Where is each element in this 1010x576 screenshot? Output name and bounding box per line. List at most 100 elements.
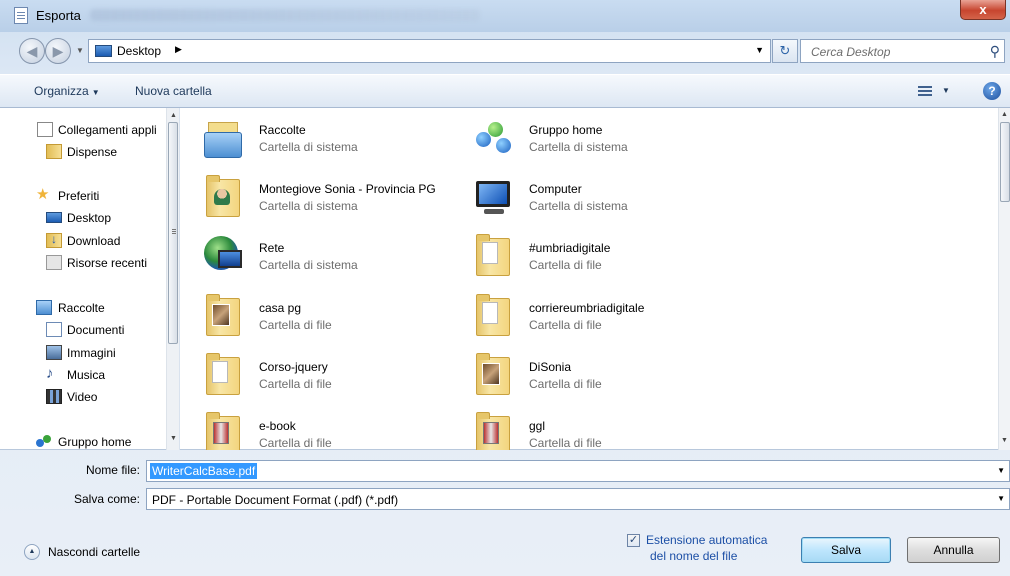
sidebar-scrollbar[interactable]: ▲ ▼ xyxy=(166,108,179,450)
organize-label: Organizza xyxy=(34,84,89,98)
folder-icon xyxy=(472,292,512,340)
back-button[interactable]: ◀ xyxy=(19,38,45,64)
file-type: Cartella di sistema xyxy=(259,199,358,213)
sidebar-item-label: Collegamenti appli xyxy=(58,123,157,137)
view-dropdown-icon[interactable]: ▼ xyxy=(942,86,950,95)
file-name: Computer xyxy=(529,182,582,196)
cancel-button[interactable]: Annulla xyxy=(907,537,1000,563)
homegroup-icon xyxy=(472,114,512,162)
file-type: Cartella di file xyxy=(529,318,602,332)
content-area: Collegamenti appli Dispense ★ Preferiti … xyxy=(0,108,1010,450)
file-item-disonia[interactable]: DiSonia Cartella di file xyxy=(450,349,720,405)
sidebar-item-preferiti[interactable]: ★ Preferiti xyxy=(0,186,166,206)
address-location[interactable]: Desktop xyxy=(117,44,161,58)
folder-icon xyxy=(202,351,242,399)
file-name: Raccolte xyxy=(259,123,306,137)
scrollbar-thumb[interactable] xyxy=(168,122,178,344)
chevron-down-icon[interactable]: ▼ xyxy=(997,466,1005,475)
file-type: Cartella di sistema xyxy=(529,199,628,213)
scrollbar-thumb[interactable] xyxy=(1000,122,1010,202)
scroll-up-icon[interactable]: ▲ xyxy=(170,112,177,119)
refresh-button[interactable]: ↻ xyxy=(772,39,798,63)
close-button[interactable]: x xyxy=(960,0,1006,20)
pictures-icon xyxy=(46,345,62,360)
blurred-background-menu xyxy=(90,9,480,21)
sidebar-item-label: Musica xyxy=(67,368,106,382)
chevron-down-icon[interactable]: ▼ xyxy=(997,494,1005,503)
savetype-select[interactable]: PDF - Portable Document Format (.pdf) (*… xyxy=(146,488,1010,510)
file-type: Cartella di sistema xyxy=(259,140,358,154)
navigation-pane: Collegamenti appli Dispense ★ Preferiti … xyxy=(0,108,180,450)
sidebar-item-label: Immagini xyxy=(67,346,116,360)
sidebar-item-video[interactable]: Video xyxy=(0,387,166,407)
file-item-corso-jquery[interactable]: Corso-jquery Cartella di file xyxy=(180,349,450,405)
save-button[interactable]: Salva xyxy=(801,537,891,563)
file-item-gruppo-home[interactable]: Gruppo home Cartella di sistema xyxy=(450,112,720,168)
file-type: Cartella di file xyxy=(259,318,332,332)
file-list: Raccolte Cartella di sistema Gruppo home… xyxy=(180,108,998,450)
sidebar-item-download[interactable]: Download xyxy=(0,231,166,251)
view-options-icon[interactable] xyxy=(918,84,932,98)
sidebar-item-immagini[interactable]: Immagini xyxy=(0,343,166,363)
address-bar[interactable]: Desktop ▶ ▼ xyxy=(88,39,771,63)
window-title: Esporta xyxy=(36,8,81,23)
sidebar-item-label: Download xyxy=(67,234,121,248)
sidebar-item-musica[interactable]: ♪ Musica xyxy=(0,365,166,385)
command-toolbar: Organizza ▼ Nuova cartella ▼ ? xyxy=(0,74,1010,108)
file-item-casa-pg[interactable]: casa pg Cartella di file xyxy=(180,290,450,346)
organize-menu-button[interactable]: Organizza ▼ xyxy=(34,84,100,98)
folder-icon xyxy=(46,144,62,159)
file-item-montegiove[interactable]: Montegiove Sonia - Provincia PG Cartella… xyxy=(180,171,450,227)
recent-places-icon xyxy=(46,255,62,270)
sidebar-item-risorse-recenti[interactable]: Risorse recenti xyxy=(0,253,166,273)
new-folder-button[interactable]: Nuova cartella xyxy=(135,84,212,98)
address-dropdown-icon[interactable]: ▼ xyxy=(755,45,764,55)
file-type: Cartella di file xyxy=(259,436,332,450)
file-type: Cartella di sistema xyxy=(529,140,628,154)
forward-button[interactable]: ▶ xyxy=(45,38,71,64)
filename-value[interactable]: WriterCalcBase.pdf xyxy=(150,463,258,479)
file-name: Gruppo home xyxy=(529,123,603,137)
help-icon[interactable]: ? xyxy=(983,82,1001,100)
file-item-umbriadigitale[interactable]: #umbriadigitale Cartella di file xyxy=(450,230,720,286)
sidebar-item-collegamenti[interactable]: Collegamenti appli xyxy=(0,120,166,140)
file-item-rete[interactable]: Rete Cartella di sistema xyxy=(180,230,450,286)
auto-extension-label[interactable]: Estensione automatica del nome del file xyxy=(646,532,767,564)
folder-icon xyxy=(472,410,512,450)
sidebar-item-label: Gruppo home xyxy=(58,435,132,449)
scroll-down-icon[interactable]: ▼ xyxy=(170,435,177,442)
sidebar-item-desktop[interactable]: Desktop xyxy=(0,208,166,228)
search-icon[interactable]: ⚲ xyxy=(990,43,1000,60)
auto-extension-line-1: Estensione automatica xyxy=(646,533,768,547)
sidebar-item-label: Risorse recenti xyxy=(67,256,148,270)
folder-icon xyxy=(202,410,242,450)
auto-extension-checkbox[interactable]: ✓ xyxy=(627,534,640,547)
sidebar-item-label: Documenti xyxy=(67,323,125,337)
scroll-up-icon[interactable]: ▲ xyxy=(1001,111,1008,118)
filename-field[interactable]: WriterCalcBase.pdf ▼ xyxy=(146,460,1010,482)
file-item-e-book[interactable]: e-book Cartella di file xyxy=(180,408,450,450)
sidebar-item-documenti[interactable]: Documenti xyxy=(0,320,166,340)
save-form: Nome file: WriterCalcBase.pdf ▼ Salva co… xyxy=(0,450,1010,576)
file-type: Cartella di file xyxy=(529,436,602,450)
file-name: #umbriadigitale xyxy=(529,241,611,255)
libraries-icon xyxy=(202,114,242,162)
recent-locations-dropdown[interactable]: ▼ xyxy=(76,46,84,55)
savetype-value: PDF - Portable Document Format (.pdf) (*… xyxy=(152,493,399,507)
breadcrumb-arrow-icon[interactable]: ▶ xyxy=(175,44,182,55)
homegroup-icon xyxy=(36,434,52,449)
search-placeholder: Cerca Desktop xyxy=(811,45,891,59)
documents-icon xyxy=(46,322,62,337)
file-list-scrollbar[interactable]: ▲ ▼ xyxy=(998,108,1010,450)
file-item-corriereumbriadigitale[interactable]: corriereumbriadigitale Cartella di file xyxy=(450,290,720,346)
search-input[interactable]: Cerca Desktop ⚲ xyxy=(800,39,1005,63)
sidebar-item-dispense[interactable]: Dispense xyxy=(0,142,166,162)
chevron-down-icon: ▼ xyxy=(91,88,100,97)
scroll-down-icon[interactable]: ▼ xyxy=(1001,437,1008,444)
file-name: ggl xyxy=(529,419,546,433)
sidebar-item-gruppo-home[interactable]: Gruppo home xyxy=(0,432,166,450)
sidebar-item-raccolte[interactable]: Raccolte xyxy=(0,298,166,318)
file-item-computer[interactable]: Computer Cartella di sistema xyxy=(450,171,720,227)
file-item-ggl[interactable]: ggl Cartella di file xyxy=(450,408,720,450)
file-item-raccolte[interactable]: Raccolte Cartella di sistema xyxy=(180,112,450,168)
